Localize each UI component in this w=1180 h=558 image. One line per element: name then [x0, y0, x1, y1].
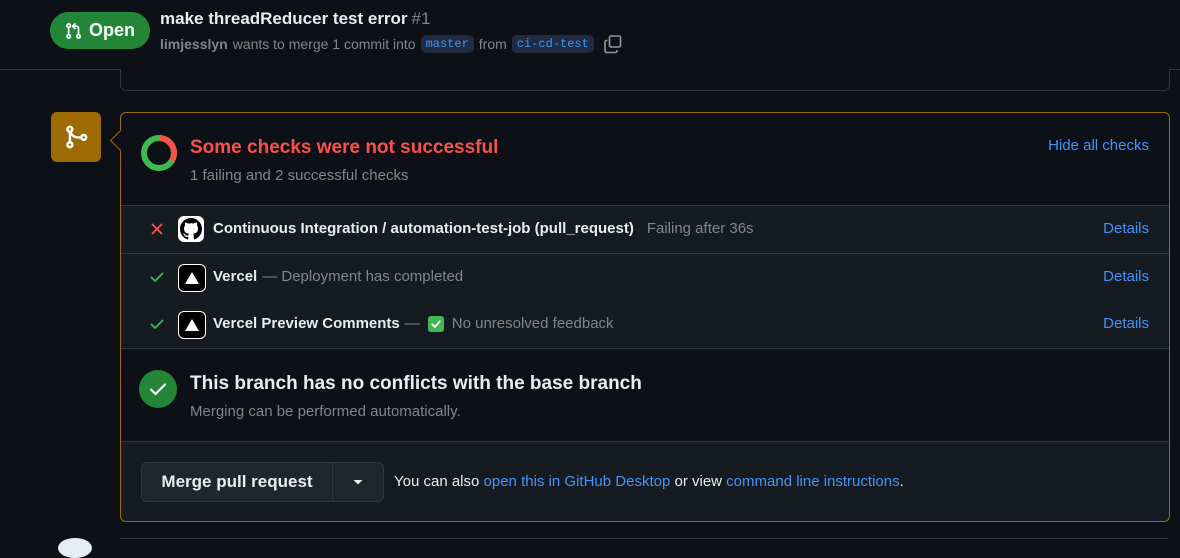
- check-circle-icon: [139, 370, 177, 408]
- merge-box: Some checks were not successful 1 failin…: [120, 112, 1170, 522]
- checkbox-checked-icon: [427, 315, 444, 332]
- pr-header: Open make threadReducer test error #1 lim…: [0, 0, 1180, 70]
- previous-timeline-box: [120, 69, 1170, 91]
- pr-title: make threadReducer test error #1: [160, 9, 430, 29]
- check-name: Vercel: [213, 268, 258, 285]
- merge-status-badge: [51, 112, 101, 162]
- conflicts-section: This branch has no conflicts with the ba…: [121, 349, 1169, 442]
- pr-number: #1: [411, 9, 431, 28]
- from-text: from: [478, 36, 507, 52]
- check-text: Vercel Preview Comments — No unresolved …: [213, 315, 614, 332]
- conflicts-title: This branch has no conflicts with the ba…: [190, 373, 642, 394]
- merge-pull-request-button[interactable]: Merge pull request: [142, 463, 333, 501]
- check-details-link[interactable]: Details: [1103, 315, 1149, 332]
- merge-note-prefix: You can also: [394, 473, 480, 490]
- pr-state-badge: Open: [50, 12, 150, 49]
- hide-all-checks-link[interactable]: Hide all checks: [1048, 137, 1149, 154]
- github-desktop-link[interactable]: open this in GitHub Desktop: [484, 473, 671, 490]
- check-row: Vercel — Deployment has completed Detail…: [121, 254, 1169, 302]
- vercel-icon: [178, 264, 206, 292]
- checks-header: Some checks were not successful 1 failin…: [121, 113, 1169, 206]
- check-name: Continuous Integration / automation-test…: [213, 220, 634, 237]
- triangle-down-icon: [353, 480, 363, 485]
- base-branch[interactable]: master: [420, 35, 474, 53]
- merge-note-middle: or view: [674, 473, 722, 490]
- next-timeline-box: [120, 538, 1168, 549]
- check-description-prefix: —: [404, 315, 420, 332]
- check-details-link[interactable]: Details: [1103, 268, 1149, 285]
- check-row: Vercel Preview Comments — No unresolved …: [121, 301, 1169, 349]
- merge-action-section: Merge pull request You can also open thi…: [121, 442, 1169, 521]
- check-description: — Deployment has completed: [262, 268, 464, 285]
- command-line-instructions-link[interactable]: command line instructions: [726, 473, 899, 490]
- git-pull-request-icon: [66, 22, 82, 39]
- copy-icon[interactable]: [603, 34, 623, 54]
- checks-summary: 1 failing and 2 successful checks: [190, 167, 409, 184]
- check-text: Continuous Integration / automation-test…: [213, 220, 754, 237]
- pr-merge-text: wants to merge 1 commit into: [232, 36, 416, 52]
- checks-donut-icon: [141, 135, 177, 171]
- merge-note: You can also open this in GitHub Desktop…: [394, 473, 904, 490]
- git-merge-icon: [66, 125, 88, 149]
- avatar: [58, 538, 92, 558]
- conflicts-subtitle: Merging can be performed automatically.: [190, 403, 461, 420]
- x-icon: [151, 223, 163, 235]
- merge-note-suffix: .: [899, 473, 904, 490]
- check-description: No unresolved feedback: [451, 315, 614, 332]
- check-details-link[interactable]: Details: [1103, 220, 1149, 237]
- merge-options-dropdown[interactable]: [333, 463, 383, 501]
- check-icon: [150, 319, 164, 329]
- check-row: Continuous Integration / automation-test…: [121, 206, 1169, 254]
- check-text: Vercel — Deployment has completed: [213, 268, 463, 285]
- check-icon: [150, 272, 164, 282]
- head-branch[interactable]: ci-cd-test: [511, 35, 594, 53]
- check-name: Vercel Preview Comments: [213, 315, 400, 332]
- checks-title: Some checks were not successful: [190, 137, 499, 158]
- github-icon: [178, 216, 204, 242]
- check-description: Failing after 36s: [646, 220, 754, 237]
- vercel-icon: [178, 311, 206, 339]
- pr-state-label: Open: [88, 20, 135, 40]
- pr-title-text: make threadReducer test error: [160, 9, 408, 28]
- pr-meta: limjesslyn wants to merge 1 commit into …: [160, 34, 623, 54]
- merge-button-group: Merge pull request: [141, 462, 384, 502]
- pr-author-link[interactable]: limjesslyn: [160, 36, 228, 52]
